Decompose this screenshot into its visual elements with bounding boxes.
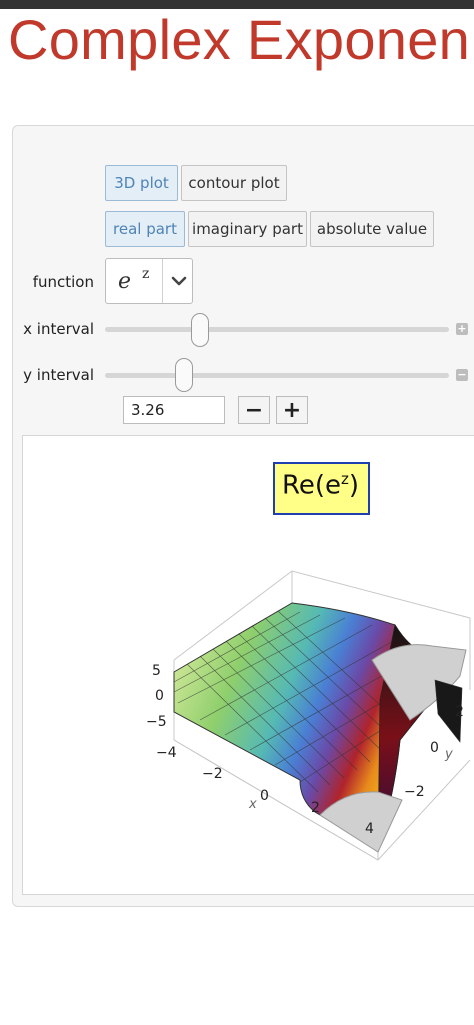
x-tick: −2	[202, 766, 223, 782]
x-tick: −4	[156, 745, 177, 761]
y-tick: −2	[404, 784, 425, 800]
surface-plot-3d: 5 0 −5 −4 −2 0 2 4 2 0 −2 x y	[146, 570, 471, 861]
y-tick: 2	[455, 704, 464, 720]
x-axis-label: x	[248, 797, 257, 812]
z-tick: 5	[152, 663, 161, 679]
x-tick: 0	[260, 788, 269, 804]
z-tick: 0	[155, 688, 164, 704]
x-tick: 2	[311, 800, 320, 816]
y-axis-label: y	[444, 747, 453, 762]
x-tick: 4	[365, 821, 374, 837]
z-tick: −5	[146, 714, 167, 730]
y-tick: 0	[430, 740, 439, 756]
